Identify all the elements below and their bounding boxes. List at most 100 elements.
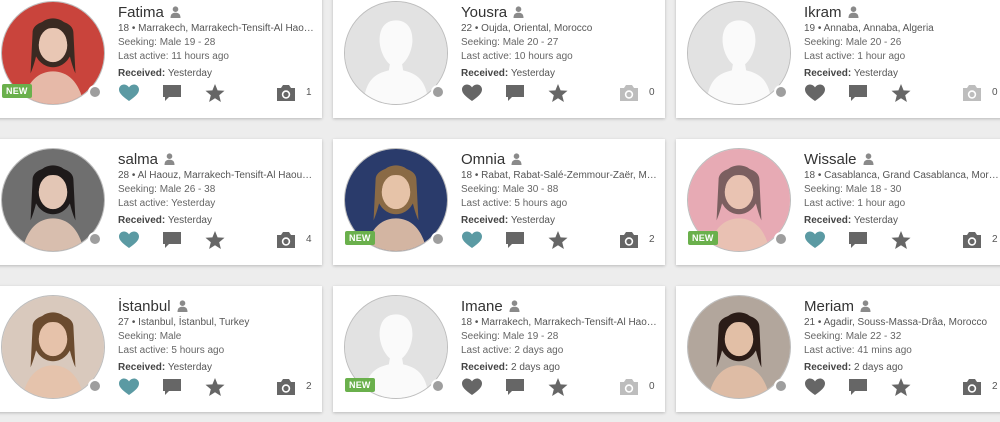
star-icon	[891, 378, 911, 396]
favorite-star-button[interactable]	[547, 83, 569, 103]
star-icon	[205, 378, 225, 396]
message-button[interactable]	[161, 230, 183, 250]
photo-count: 2	[992, 381, 998, 392]
message-button[interactable]	[847, 230, 869, 250]
card-actions: 0	[461, 377, 657, 399]
camera-icon	[620, 379, 638, 395]
person-icon	[848, 6, 858, 18]
message-button[interactable]	[161, 377, 183, 397]
profile-location: 19 • Annaba, Annaba, Algeria	[804, 23, 934, 34]
like-heart-button[interactable]	[804, 377, 826, 397]
new-badge: NEW	[2, 84, 32, 98]
received-text: Received: 2 days ago	[804, 361, 1000, 375]
received-label: Received:	[461, 362, 509, 373]
new-badge: NEW	[345, 378, 375, 392]
message-button[interactable]	[847, 377, 869, 397]
seeking-text: Seeking: Male 22 - 32	[804, 331, 902, 342]
profile-card[interactable]: NEW Wissale 18 • Casablanca, Grand Casabla…	[676, 139, 1000, 265]
message-button[interactable]	[504, 83, 526, 103]
profile-location: 21 • Agadir, Souss-Massa-Drâa, Morocco	[804, 317, 988, 328]
favorite-star-button[interactable]	[547, 230, 569, 250]
photos-button[interactable]	[618, 83, 640, 103]
received-label: Received:	[804, 215, 852, 226]
profile-name[interactable]: Yousra	[461, 4, 507, 21]
profile-card[interactable]: NEW Omnia 18 • Rabat, Rabat-Salé-Zemmour-Z…	[333, 139, 665, 265]
favorite-star-button[interactable]	[204, 230, 226, 250]
received-text: Received: Yesterday	[461, 214, 659, 228]
profile-name[interactable]: Meriam	[804, 298, 854, 315]
like-heart-button[interactable]	[118, 230, 140, 250]
like-heart-button[interactable]	[118, 83, 140, 103]
profile-name[interactable]: Imane	[461, 298, 503, 315]
like-heart-button[interactable]	[118, 377, 140, 397]
like-heart-button[interactable]	[461, 377, 483, 397]
card-actions: 4	[118, 230, 314, 252]
message-button[interactable]	[504, 230, 526, 250]
message-button[interactable]	[504, 377, 526, 397]
photos-button[interactable]	[618, 230, 640, 250]
star-icon	[891, 84, 911, 102]
favorite-star-button[interactable]	[890, 230, 912, 250]
like-heart-button[interactable]	[804, 230, 826, 250]
profile-location: 18 • Marrakech, Marrakech-Tensift-Al Hao…	[118, 23, 316, 34]
profile-card[interactable]: NEW Imane 18 • Marrakech, Marrakech-Tensif…	[333, 286, 665, 412]
photos-button[interactable]	[275, 377, 297, 397]
photos-button[interactable]	[275, 230, 297, 250]
heart-icon	[805, 84, 825, 101]
heart-icon	[805, 231, 825, 248]
heart-icon	[462, 84, 482, 101]
like-heart-button[interactable]	[461, 230, 483, 250]
received-text: Received: Yesterday	[804, 214, 1000, 228]
favorite-star-button[interactable]	[204, 83, 226, 103]
profile-card[interactable]: salma 28 • Al Haouz, Marrakech-Tensift-Al…	[0, 139, 322, 265]
last-active-text: Last active: 1 hour ago	[804, 51, 906, 62]
last-active-text: Last active: 10 hours ago	[461, 51, 573, 62]
heart-icon	[462, 231, 482, 248]
card-actions: 2	[461, 230, 657, 252]
favorite-star-button[interactable]	[890, 83, 912, 103]
profile-info: Wissale 18 • Casablanca, Grand Casablanca…	[804, 149, 1000, 228]
profile-card[interactable]: Yousra 22 • Oujda, Oriental, Morocco Seeki…	[333, 0, 665, 118]
profile-card[interactable]: NEW Fatima 18 • Marrakech, Marrakech-Tensi…	[0, 0, 322, 118]
person-icon	[177, 300, 188, 312]
online-status-dot	[88, 379, 102, 393]
person-icon	[170, 6, 181, 18]
profile-card[interactable]: İstanbul 27 • Istanbul, İstanbul, Turkey S…	[0, 286, 322, 412]
profile-name[interactable]: Omnia	[461, 151, 505, 168]
last-active-text: Last active: 2 days ago	[461, 345, 564, 356]
message-button[interactable]	[161, 83, 183, 103]
camera-icon	[963, 379, 981, 395]
received-value: Yesterday	[853, 215, 898, 226]
favorite-star-button[interactable]	[890, 377, 912, 397]
photos-button[interactable]	[961, 83, 983, 103]
profile-name[interactable]: Fatima	[118, 4, 164, 21]
profile-name[interactable]: Wissale	[804, 151, 857, 168]
profile-card[interactable]: Meriam 21 • Agadir, Souss-Massa-Drâa, Mor…	[676, 286, 1000, 412]
profile-name[interactable]: salma	[118, 151, 158, 168]
favorite-star-button[interactable]	[547, 377, 569, 397]
like-heart-button[interactable]	[461, 83, 483, 103]
photo-count: 4	[306, 234, 312, 245]
camera-icon	[277, 379, 295, 395]
last-active-text: Last active: 41 mins ago	[804, 345, 912, 356]
last-active-text: Last active: Yesterday	[118, 198, 216, 209]
profile-location: 18 • Casablanca, Grand Casablanca, Moroc…	[804, 170, 1000, 181]
message-button[interactable]	[847, 83, 869, 103]
received-value: 2 days ago	[511, 362, 560, 373]
profile-name[interactable]: Ikram	[804, 4, 842, 21]
photo-count: 0	[992, 87, 998, 98]
camera-icon	[277, 85, 295, 101]
photos-button[interactable]	[961, 230, 983, 250]
profile-info: Yousra 22 • Oujda, Oriental, Morocco Seeki…	[461, 2, 661, 81]
online-status-dot	[774, 379, 788, 393]
person-icon	[860, 300, 871, 312]
photos-button[interactable]	[275, 83, 297, 103]
like-heart-button[interactable]	[804, 83, 826, 103]
profile-card[interactable]: Ikram 19 • Annaba, Annaba, Algeria Seeking…	[676, 0, 1000, 118]
photos-button[interactable]	[618, 377, 640, 397]
profile-name[interactable]: İstanbul	[118, 298, 171, 315]
photos-button[interactable]	[961, 377, 983, 397]
chat-bubble-icon	[163, 379, 181, 395]
favorite-star-button[interactable]	[204, 377, 226, 397]
star-icon	[205, 231, 225, 249]
